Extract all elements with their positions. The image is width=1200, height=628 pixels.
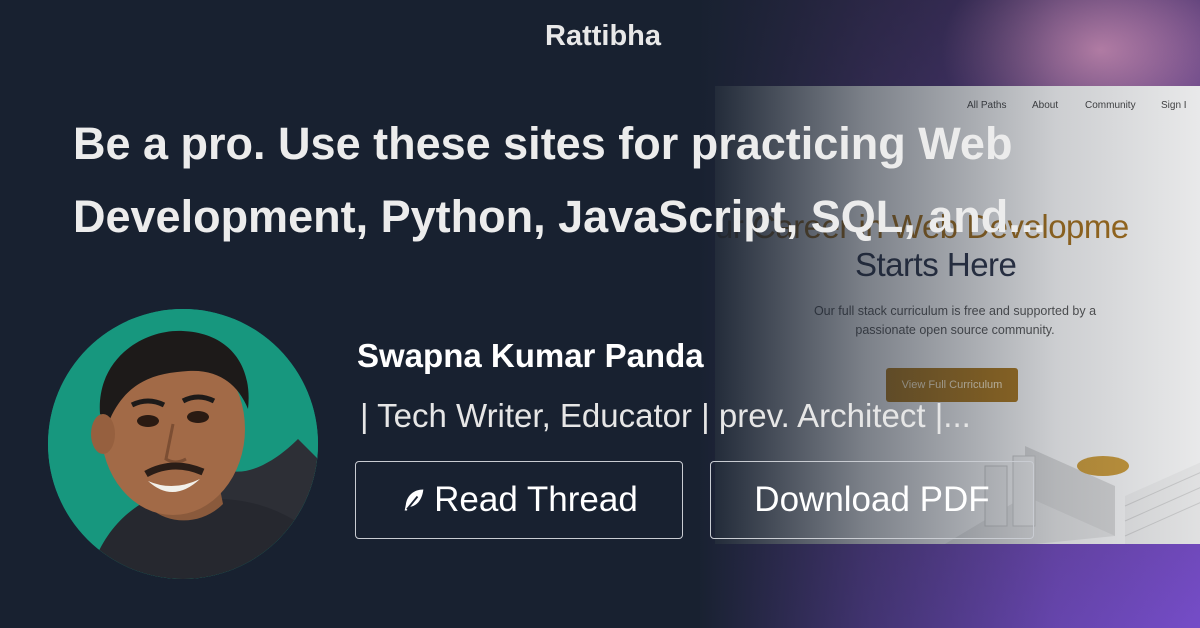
preview-subtext: Our full stack curriculum is free and su…: [813, 304, 1097, 337]
brand-name: Rattibha: [545, 20, 661, 52]
author-name: Swapna Kumar Panda: [357, 337, 704, 374]
download-pdf-label: Download PDF: [754, 480, 990, 519]
preview-nav-item: Sign I: [1161, 100, 1187, 111]
download-pdf-button[interactable]: Download PDF: [710, 461, 1034, 539]
thread-title: Be a pro. Use these sites for practicing…: [73, 118, 1046, 242]
share-card: All Paths About Community Sign I ur Care…: [0, 0, 1200, 628]
avatar-portrait: [48, 309, 318, 579]
author-bio: | Tech Writer, Educator | prev. Architec…: [360, 397, 971, 434]
feather-icon: [404, 489, 424, 511]
read-thread-button[interactable]: Read Thread: [355, 461, 683, 539]
author-avatar: [48, 309, 318, 579]
read-thread-label: Read Thread: [434, 480, 638, 519]
